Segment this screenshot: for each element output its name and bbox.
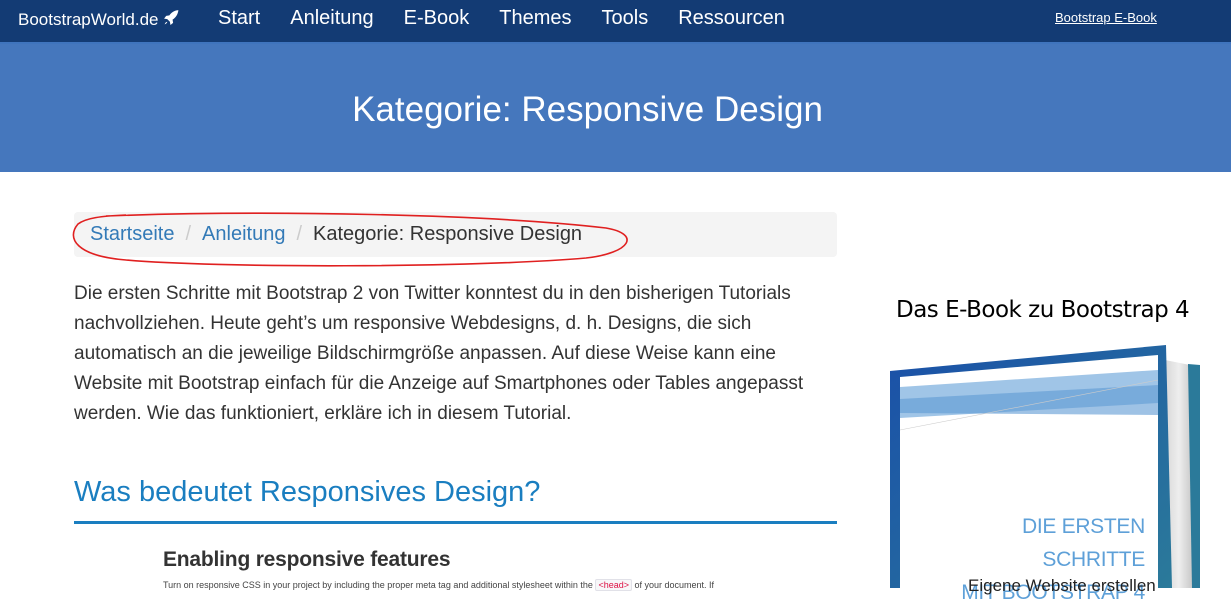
breadcrumb-separator: / [185, 223, 192, 245]
nav-item-themes[interactable]: Themes [499, 6, 571, 30]
brand-link[interactable]: BootstrapWorld.de [18, 9, 180, 31]
breadcrumb-current: Kategorie: Responsive Design [313, 223, 583, 245]
top-navbar: BootstrapWorld.de Start Anleitung E-Book… [0, 0, 1231, 44]
breadcrumb-startseite[interactable]: Startseite [90, 223, 174, 246]
sidebar-ebook-title: Das E-Book zu Bootstrap 4 [896, 297, 1190, 323]
nav-item-ressourcen[interactable]: Ressourcen [678, 6, 785, 30]
breadcrumb: Startseite / Anleitung / Kategorie: Resp… [74, 212, 837, 257]
screenshot-text-before: Turn on responsive CSS in your project b… [163, 580, 593, 590]
brand-label: BootstrapWorld.de [18, 10, 159, 29]
intro-paragraph: Die ersten Schritte mit Bootstrap 2 von … [74, 283, 804, 424]
ebook-cover-title-line1: DIE ERSTEN SCHRITTE [1021, 515, 1145, 571]
rocket-icon [163, 9, 180, 31]
screenshot-heading: Enabling responsive features [163, 548, 451, 571]
screenshot-code: <head> [595, 579, 632, 591]
breadcrumb-anleitung[interactable]: Anleitung [202, 223, 285, 246]
page-title: Kategorie: Responsive Design [352, 90, 823, 129]
ebook-cover-subtitle: Eigene Website erstellen [968, 576, 1156, 595]
breadcrumb-separator: / [296, 223, 303, 245]
nav-item-tools[interactable]: Tools [602, 6, 649, 30]
screenshot-text: Turn on responsive CSS in your project b… [163, 579, 715, 591]
category-header: Kategorie: Responsive Design [0, 44, 1231, 172]
nav-item-start[interactable]: Start [218, 6, 260, 30]
bootstrap-ebook-link[interactable]: Bootstrap E-Book [1055, 10, 1157, 25]
section-divider [74, 521, 837, 524]
nav-item-ebook[interactable]: E-Book [404, 6, 470, 30]
section-heading: Was bedeutet Responsives Design? [74, 476, 541, 508]
nav-item-anleitung[interactable]: Anleitung [290, 6, 373, 30]
main-nav: Start Anleitung E-Book Themes Tools Ress… [218, 6, 815, 30]
screenshot-text-after: of your document. If [634, 580, 715, 590]
